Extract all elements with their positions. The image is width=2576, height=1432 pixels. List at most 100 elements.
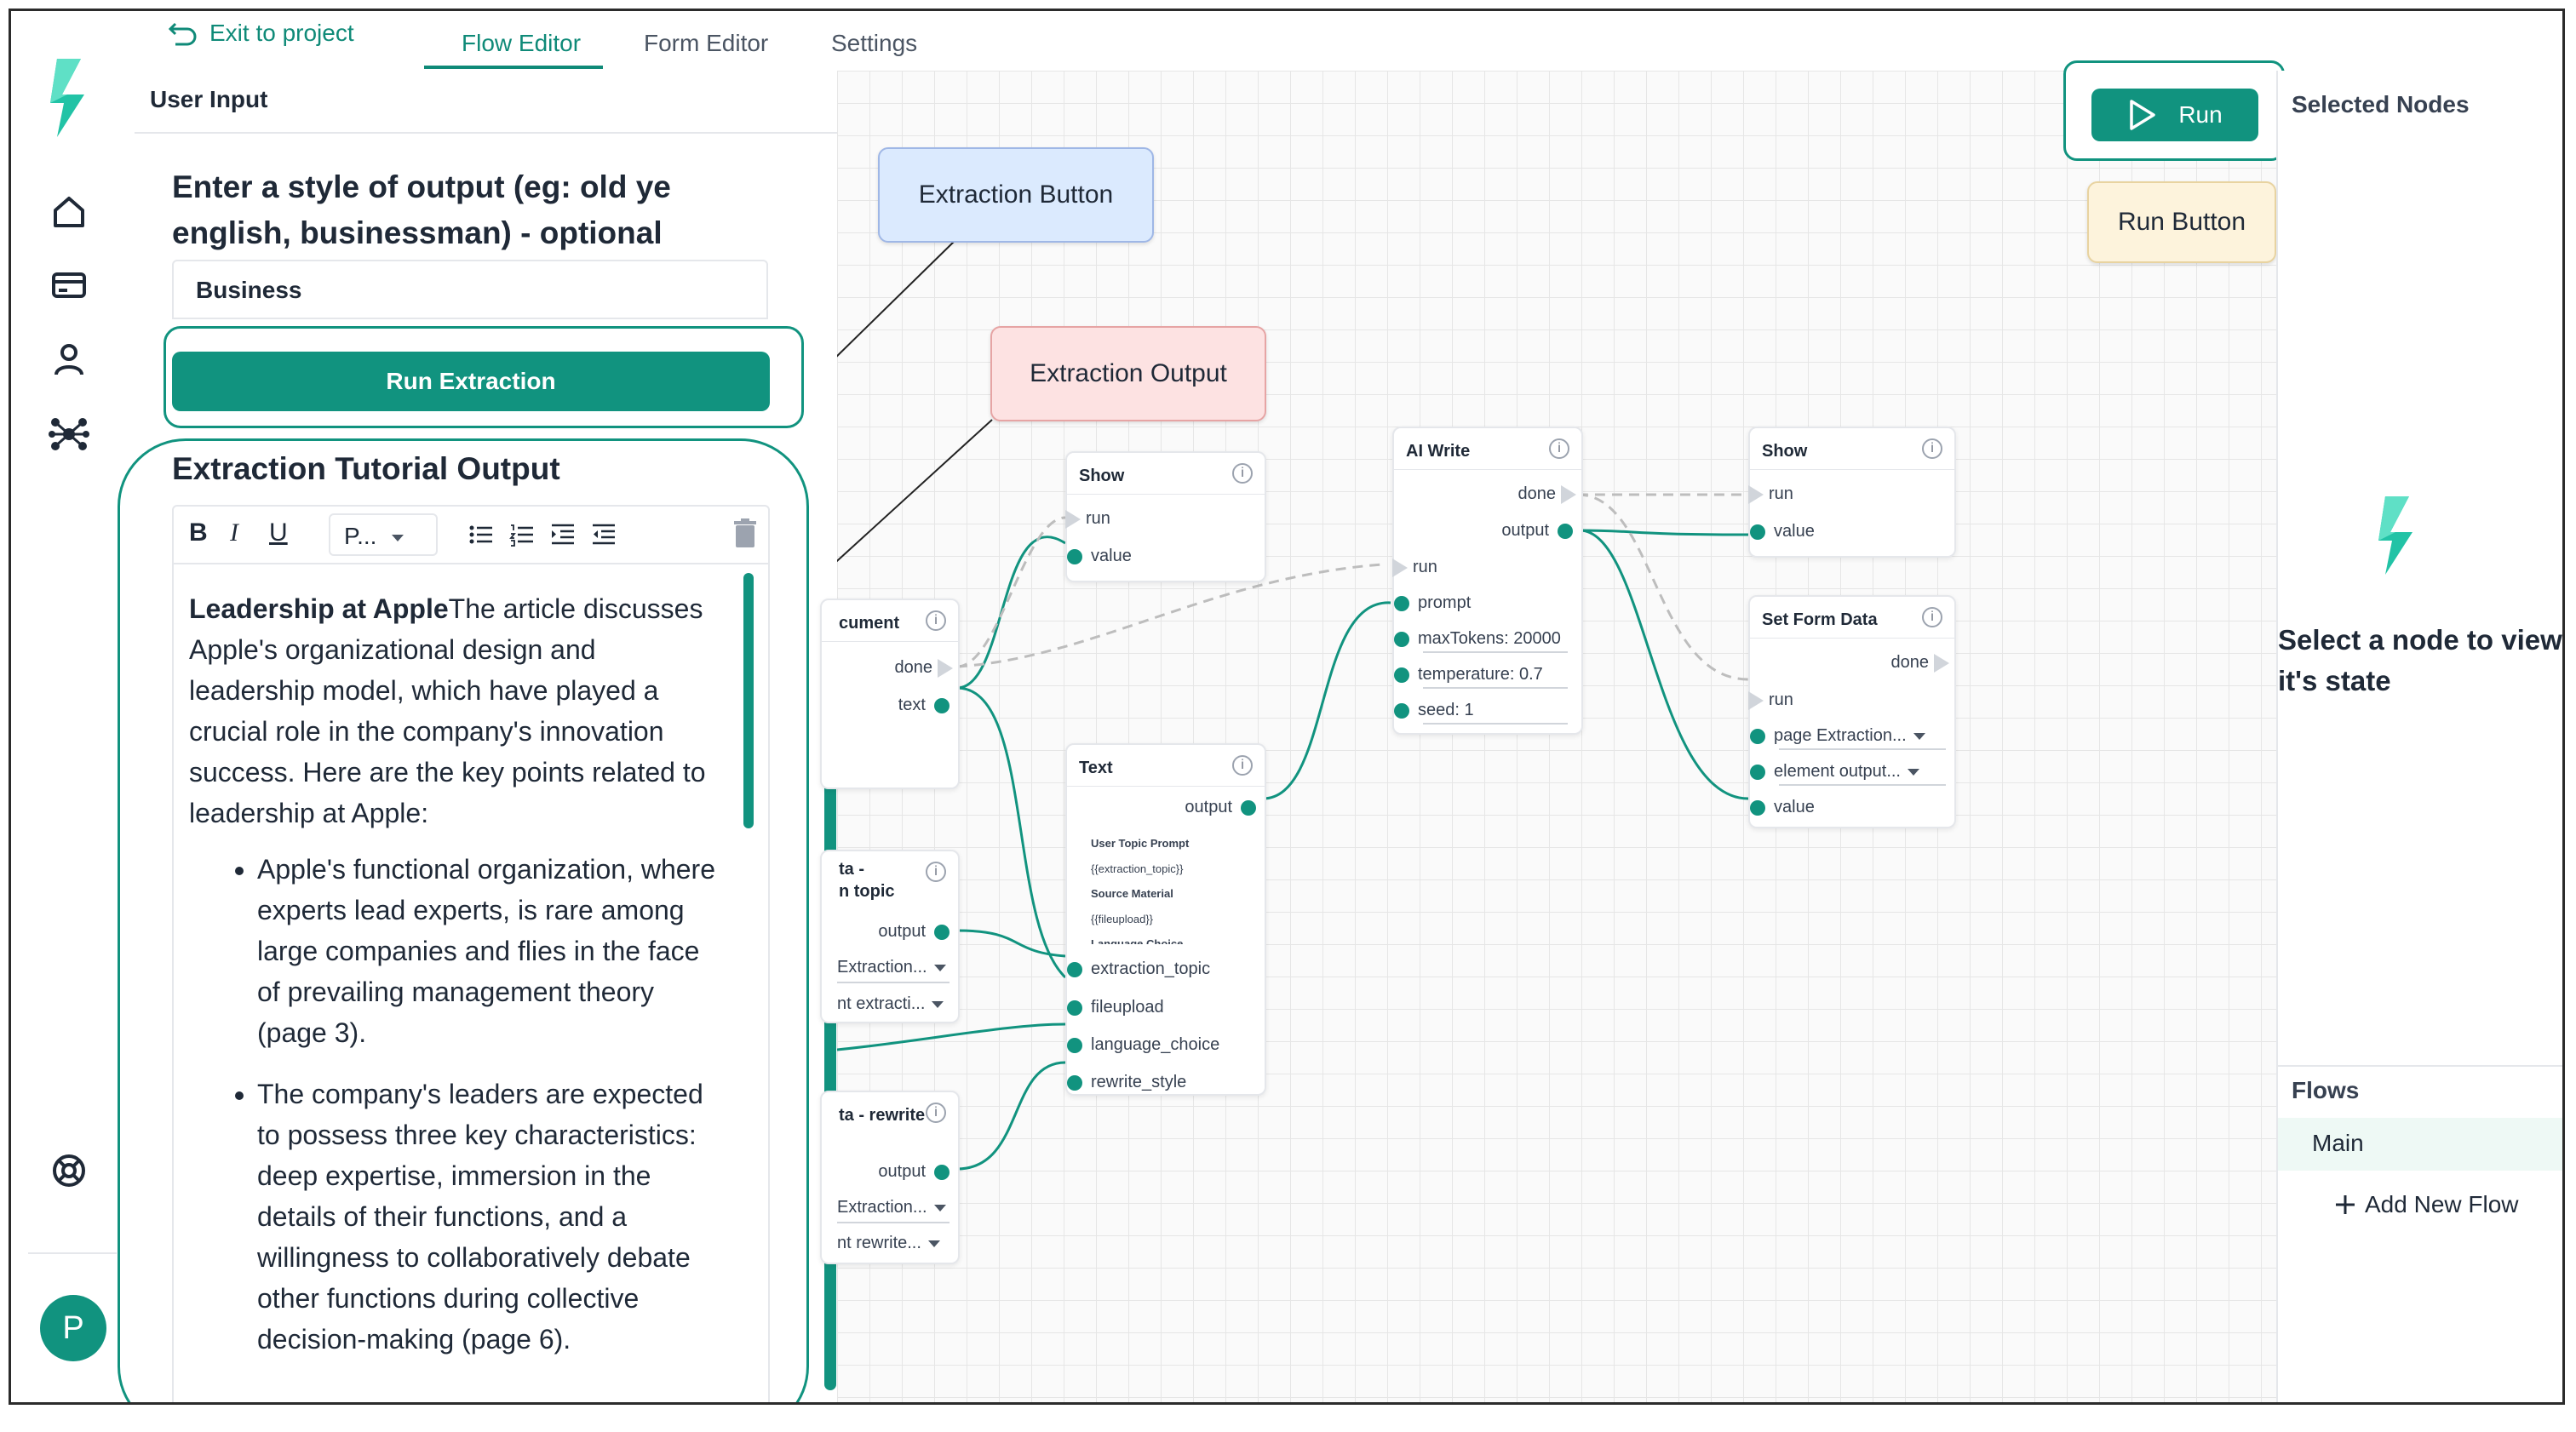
port-fileupload[interactable]: fileupload bbox=[1059, 998, 1164, 1017]
node-title: ta - rewrite bbox=[839, 1106, 926, 1125]
port-output[interactable]: output bbox=[878, 1162, 958, 1182]
param-element-select[interactable]: element output... bbox=[1741, 762, 1919, 782]
node-document[interactable]: cument i done text bbox=[820, 599, 960, 789]
info-icon[interactable]: i bbox=[1922, 607, 1942, 627]
note-extraction-button: Extraction Button bbox=[878, 147, 1154, 243]
editor-scrollbar[interactable] bbox=[743, 573, 754, 828]
style-input[interactable]: Business bbox=[172, 260, 768, 319]
node-form-data-rewrite[interactable]: ta - rewrite i output Extraction... nt r… bbox=[820, 1091, 960, 1264]
info-icon[interactable]: i bbox=[926, 610, 946, 631]
run-extraction-button[interactable]: Run Extraction bbox=[172, 352, 770, 411]
param-temperature[interactable]: temperature: 0.7 bbox=[1386, 665, 1543, 684]
port-done[interactable]: done bbox=[895, 658, 959, 678]
logo-icon[interactable] bbox=[45, 55, 93, 140]
node-divider bbox=[1067, 786, 1265, 787]
port-run[interactable]: run bbox=[1060, 509, 1110, 529]
exit-to-project-link[interactable]: Exit to project bbox=[169, 20, 354, 47]
port-dot bbox=[1750, 728, 1765, 744]
user-icon[interactable] bbox=[49, 339, 89, 380]
avatar[interactable]: P bbox=[40, 1295, 106, 1361]
editor-content: Leadership at AppleThe article discusses… bbox=[189, 588, 726, 1380]
paragraph-style-select[interactable]: P... bbox=[329, 513, 438, 556]
tab-settings[interactable]: Settings bbox=[831, 30, 917, 57]
info-icon[interactable]: i bbox=[1922, 438, 1942, 459]
trigger-port-icon bbox=[1065, 509, 1081, 529]
port-done[interactable]: done bbox=[1518, 484, 1582, 504]
param-page-select[interactable]: Extraction... bbox=[837, 1198, 946, 1217]
param-element-select[interactable]: nt rewrite... bbox=[837, 1234, 940, 1253]
port-run[interactable]: run bbox=[1743, 484, 1793, 504]
italic-button[interactable]: I bbox=[230, 518, 238, 547]
info-icon[interactable]: i bbox=[1232, 463, 1253, 484]
info-icon[interactable]: i bbox=[1549, 438, 1569, 459]
help-icon[interactable] bbox=[49, 1150, 89, 1191]
flow-canvas[interactable]: Extraction Button Extraction Output Run … bbox=[820, 71, 2285, 1402]
port-dot bbox=[1750, 799, 1765, 816]
info-icon[interactable]: i bbox=[1232, 755, 1253, 776]
tab-form-editor[interactable]: Form Editor bbox=[644, 30, 768, 57]
param-underline bbox=[1423, 723, 1568, 725]
numbered-list-icon[interactable] bbox=[509, 522, 535, 547]
node-set-form-data[interactable]: Set Form Data i done run page Extraction… bbox=[1748, 595, 1956, 828]
right-panel: Selected Nodes Select a node to view it'… bbox=[2276, 71, 2562, 1402]
node-text[interactable]: Text i output User Topic Prompt {{extrac… bbox=[1065, 743, 1266, 1096]
text-preview-line: User Topic Prompt bbox=[1091, 837, 1190, 850]
info-icon[interactable]: i bbox=[926, 862, 946, 882]
rich-text-editor[interactable]: B I U P... Leadership at AppleThe articl… bbox=[172, 505, 770, 1402]
card-icon[interactable] bbox=[49, 265, 89, 306]
bold-button[interactable]: B bbox=[189, 518, 208, 547]
port-value[interactable]: value bbox=[1059, 547, 1132, 566]
tab-flow-editor[interactable]: Flow Editor bbox=[462, 30, 581, 57]
param-max-tokens[interactable]: maxTokens: 20000 bbox=[1386, 629, 1561, 649]
undo-arrow-icon bbox=[169, 22, 197, 46]
underline-button[interactable]: U bbox=[269, 518, 288, 547]
add-new-flow-button[interactable]: Add New Flow bbox=[2334, 1191, 2519, 1218]
note-extraction-output: Extraction Output bbox=[990, 326, 1266, 421]
port-dot bbox=[1067, 548, 1082, 564]
port-language-choice[interactable]: language_choice bbox=[1059, 1035, 1219, 1055]
port-value[interactable]: value bbox=[1741, 798, 1815, 817]
port-output[interactable]: output bbox=[1185, 798, 1265, 817]
rail-divider bbox=[28, 1252, 117, 1254]
content-heading: Leadership at Apple bbox=[189, 593, 449, 624]
outdent-icon[interactable] bbox=[591, 522, 617, 547]
port-done[interactable]: done bbox=[1891, 653, 1955, 673]
port-extraction-topic[interactable]: extraction_topic bbox=[1059, 959, 1210, 979]
node-form-data-extraction-topic[interactable]: ta - n topic i output Extraction... nt e… bbox=[820, 850, 960, 1023]
port-value[interactable]: value bbox=[1741, 522, 1815, 541]
content-intro: The article discusses Apple's organizati… bbox=[189, 593, 706, 828]
node-show[interactable]: Show i run value bbox=[1065, 451, 1266, 582]
indent-icon[interactable] bbox=[550, 522, 576, 547]
home-icon[interactable] bbox=[49, 192, 89, 232]
trash-icon[interactable] bbox=[732, 518, 758, 549]
param-underline bbox=[1423, 651, 1568, 653]
trigger-port-icon bbox=[1934, 653, 1949, 673]
port-run[interactable]: run bbox=[1387, 558, 1437, 577]
port-dot bbox=[1067, 1074, 1082, 1091]
param-page-select[interactable]: Extraction... bbox=[837, 958, 946, 977]
port-run[interactable]: run bbox=[1743, 690, 1793, 710]
param-seed[interactable]: seed: 1 bbox=[1386, 701, 1474, 720]
node-show-2[interactable]: Show i run value bbox=[1748, 427, 1956, 558]
trigger-port-icon bbox=[1748, 690, 1764, 710]
run-button[interactable]: Run bbox=[2091, 89, 2258, 141]
node-ai-write[interactable]: AI Write i done output run prompt maxTok… bbox=[1392, 427, 1583, 735]
port-output[interactable]: output bbox=[1501, 521, 1581, 541]
chevron-down-icon bbox=[933, 964, 946, 971]
port-prompt[interactable]: prompt bbox=[1386, 593, 1471, 613]
node-title: cument bbox=[839, 614, 900, 633]
bullet-list-icon[interactable] bbox=[468, 522, 494, 547]
port-output[interactable]: output bbox=[878, 922, 958, 942]
port-text[interactable]: text bbox=[898, 696, 958, 715]
param-page-select[interactable]: page Extraction... bbox=[1741, 726, 1925, 746]
node-divider bbox=[1750, 638, 1954, 639]
param-element-select[interactable]: nt extracti... bbox=[837, 994, 944, 1014]
port-rewrite-style[interactable]: rewrite_style bbox=[1059, 1073, 1186, 1092]
info-icon[interactable]: i bbox=[926, 1103, 946, 1123]
note-run-button: Run Button bbox=[2087, 181, 2276, 263]
style-question-label: Enter a style of output (eg: old ye engl… bbox=[172, 169, 671, 250]
flow-item-label: Main bbox=[2312, 1130, 2364, 1156]
logo-icon bbox=[2378, 496, 2412, 575]
network-icon[interactable] bbox=[49, 414, 89, 455]
flow-item-main[interactable]: Main bbox=[2278, 1118, 2562, 1171]
